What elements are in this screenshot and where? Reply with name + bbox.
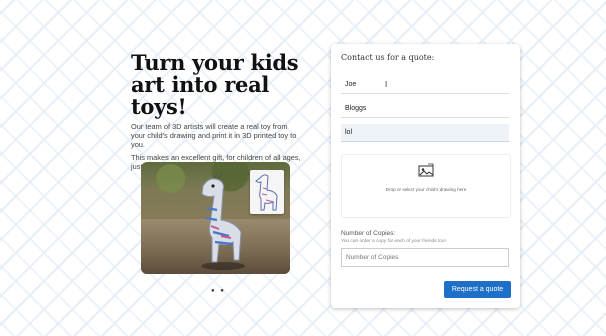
quote-form-card: Contact us for a quote: Joe I Bloggs lol… [331,44,520,308]
drawing-dropzone[interactable]: Drop or select your child's drawing here [341,154,511,218]
text-cursor-icon: I [385,80,388,89]
hero-description: Our team of 3D artists will create a rea… [131,122,297,149]
form-heading: Contact us for a quote: [341,53,435,62]
quantity-input[interactable]: Number of Copies [341,248,509,267]
carousel-image [141,162,290,274]
dropzone-text: Drop or select your child's drawing here [385,187,467,192]
request-quote-button[interactable]: Request a quote [444,281,511,298]
quantity-label: Number of Copies: [341,230,396,237]
email-field[interactable]: lol [341,124,509,142]
last-name-field[interactable]: Bloggs [341,100,509,118]
hero-title: Turn your kids art into real toys! [131,52,301,118]
quantity-help-text: You can order a copy for each of your fr… [341,239,446,244]
giraffe-toy-image [201,172,245,270]
first-name-field[interactable]: Joe [341,76,509,94]
child-drawing-image [250,170,284,214]
hero-title-line2: art into real toys! [131,72,270,119]
image-upload-icon [418,163,434,177]
carousel-dots[interactable]: ● ● [211,288,226,294]
hero-section: Turn your kids art into real toys! Our t… [131,52,301,172]
